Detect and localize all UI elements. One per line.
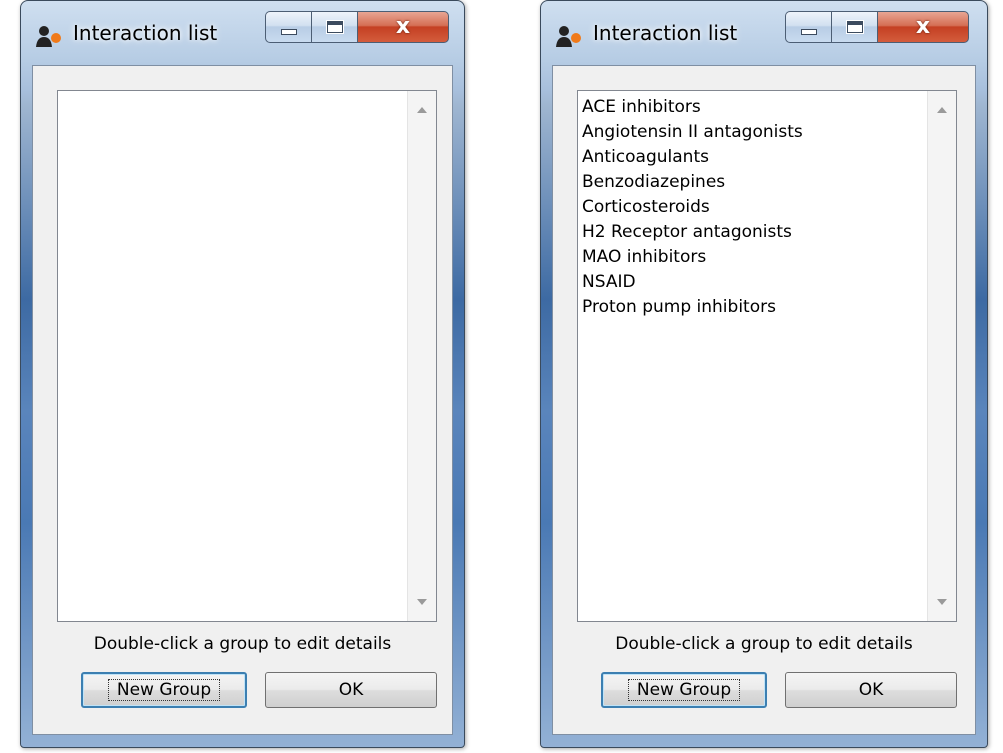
list-item[interactable]: ACE inhibitors [582, 95, 926, 120]
window-title: Interaction list [593, 21, 738, 45]
dialog-body: Double-click a group to edit details New… [32, 65, 453, 735]
list-item[interactable]: Angiotensin II antagonists [582, 120, 926, 145]
minimize-icon [800, 29, 817, 35]
window-title: Interaction list [73, 21, 218, 45]
maximize-button[interactable] [831, 11, 877, 43]
minimize-button[interactable] [785, 11, 831, 43]
people-icon [36, 26, 61, 47]
hint-text: Double-click a group to edit details [615, 634, 913, 654]
caption-buttons: x [785, 11, 969, 43]
maximize-icon [846, 21, 863, 33]
new-group-button[interactable]: New Group [601, 672, 767, 708]
hint-text: Double-click a group to edit details [93, 634, 392, 654]
title-bar[interactable]: Interaction list x [541, 1, 987, 63]
vertical-scrollbar[interactable] [927, 91, 956, 621]
interaction-list-window-populated: Interaction list x ACE inhibitors Angiote… [540, 0, 988, 748]
close-icon: x [395, 14, 411, 39]
new-group-label: New Group [627, 679, 741, 701]
scroll-down-arrow-icon[interactable] [417, 599, 427, 605]
maximize-icon [326, 21, 343, 33]
list-item[interactable]: MAO inhibitors [582, 245, 926, 270]
scroll-up-arrow-icon[interactable] [937, 107, 947, 113]
list-item[interactable]: Benzodiazepines [582, 170, 926, 195]
interaction-list-window-empty: Interaction list x Double-click a group … [20, 0, 465, 748]
list-item[interactable]: H2 Receptor antagonists [582, 220, 926, 245]
caption-buttons: x [265, 11, 449, 43]
people-icon [556, 26, 581, 47]
vertical-scrollbar[interactable] [407, 91, 436, 621]
maximize-button[interactable] [311, 11, 357, 43]
group-list-items: ACE inhibitors Angiotensin II antagonists… [582, 95, 926, 320]
dialog-body: ACE inhibitors Angiotensin II antagonists… [552, 65, 976, 735]
new-group-button[interactable]: New Group [81, 672, 247, 708]
minimize-button[interactable] [265, 11, 311, 43]
title-bar[interactable]: Interaction list x [21, 1, 464, 63]
ok-button[interactable]: OK [265, 672, 437, 708]
list-item[interactable]: Corticosteroids [582, 195, 926, 220]
close-icon: x [915, 14, 931, 39]
group-list[interactable]: ACE inhibitors Angiotensin II antagonists… [577, 90, 957, 622]
list-item[interactable]: Anticoagulants [582, 145, 926, 170]
list-item[interactable]: Proton pump inhibitors [582, 295, 926, 320]
close-button[interactable]: x [357, 11, 449, 43]
scroll-up-arrow-icon[interactable] [417, 107, 427, 113]
group-list[interactable] [57, 90, 437, 622]
list-item[interactable]: NSAID [582, 270, 926, 295]
minimize-icon [280, 29, 297, 35]
scroll-down-arrow-icon[interactable] [937, 599, 947, 605]
close-button[interactable]: x [877, 11, 969, 43]
new-group-label: New Group [107, 679, 221, 701]
ok-button[interactable]: OK [785, 672, 957, 708]
